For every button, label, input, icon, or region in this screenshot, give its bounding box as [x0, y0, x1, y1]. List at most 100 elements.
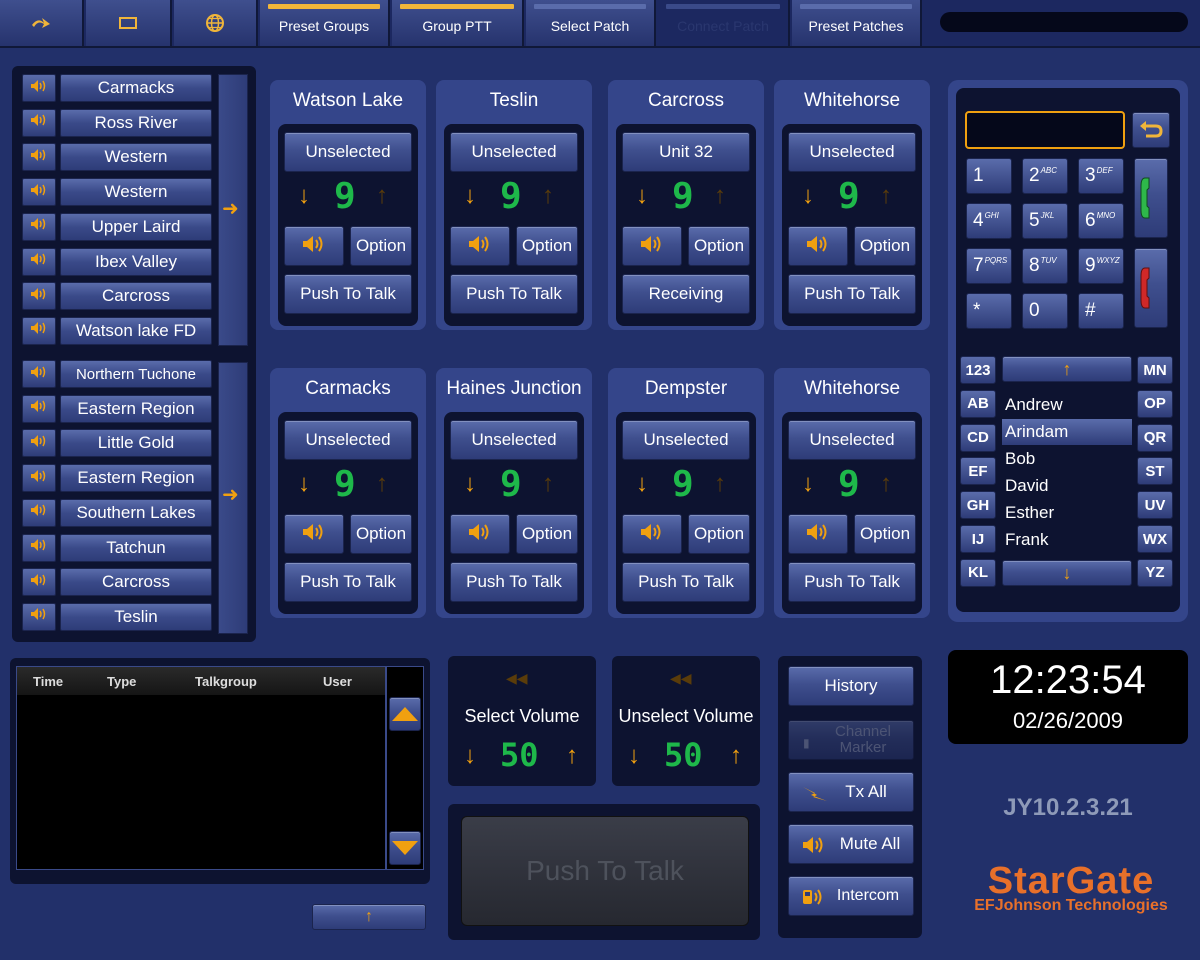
contact-item[interactable]: Andrew	[1002, 392, 1132, 418]
option-button[interactable]: Option	[516, 226, 578, 266]
dial-key[interactable]: 8 TUV	[1022, 248, 1068, 284]
speaker-toggle[interactable]	[22, 429, 56, 458]
speaker-toggle[interactable]	[22, 247, 56, 276]
channel-button[interactable]: Little Gold	[60, 429, 212, 458]
channel-button[interactable]: Western	[60, 178, 212, 207]
volume-down-icon[interactable]: ↓	[802, 182, 814, 210]
speaker-toggle[interactable]	[22, 602, 56, 631]
speaker-toggle[interactable]	[22, 394, 56, 423]
column-type[interactable]: Type	[107, 674, 136, 689]
monitor-button[interactable]	[284, 514, 344, 554]
volume-up-icon[interactable]: ↑	[880, 182, 892, 210]
speaker-toggle[interactable]	[22, 533, 56, 562]
option-button[interactable]: Option	[688, 226, 750, 266]
column-time[interactable]: Time	[33, 674, 63, 689]
speaker-toggle[interactable]	[22, 143, 56, 172]
speaker-toggle[interactable]	[22, 282, 56, 311]
speaker-toggle[interactable]	[22, 498, 56, 527]
speaker-toggle[interactable]	[22, 108, 56, 137]
option-button[interactable]: Option	[350, 514, 412, 554]
volume-down-icon[interactable]: ↓	[464, 742, 476, 770]
select-button[interactable]: Unselected	[450, 420, 578, 460]
channel-button[interactable]: Ross River	[60, 108, 212, 137]
index-button[interactable]: KL	[960, 558, 996, 587]
volume-up-icon[interactable]: ↑	[376, 182, 388, 210]
channel-button[interactable]: Upper Laird	[60, 212, 212, 241]
contacts-scroll-up[interactable]: ↑	[1002, 356, 1132, 382]
log-scroll-down[interactable]	[389, 831, 421, 865]
tx-all-button[interactable]: Tx All	[788, 772, 914, 812]
channel-button[interactable]: Carcross	[60, 282, 212, 311]
intercom-button[interactable]: Intercom	[788, 876, 914, 916]
channel-button[interactable]: Ibex Valley	[60, 247, 212, 276]
dial-key[interactable]: 5 JKL	[1022, 203, 1068, 239]
speaker-toggle[interactable]	[22, 568, 56, 597]
ptt-button[interactable]: Push To Talk	[450, 274, 578, 314]
history-button[interactable]: History	[788, 666, 914, 706]
contact-item[interactable]: Arindam	[1002, 419, 1132, 445]
window-icon[interactable]	[86, 0, 172, 46]
select-button[interactable]: Unselected	[450, 132, 578, 172]
dial-key[interactable]: 3 DEF	[1078, 158, 1124, 194]
dial-key[interactable]: *	[966, 293, 1012, 329]
log-scroll-up[interactable]	[389, 697, 421, 731]
ptt-button[interactable]: Push To Talk	[284, 562, 412, 602]
monitor-button[interactable]	[622, 226, 682, 266]
option-button[interactable]: Option	[516, 514, 578, 554]
channel-button[interactable]: Eastern Region	[60, 464, 212, 493]
speaker-toggle[interactable]	[22, 74, 56, 102]
volume-up-icon[interactable]: ↑	[542, 182, 554, 210]
monitor-button[interactable]	[788, 514, 848, 554]
speaker-toggle[interactable]	[22, 316, 56, 345]
column-user[interactable]: User	[323, 674, 352, 689]
volume-up-icon[interactable]: ↑	[376, 470, 388, 498]
index-button[interactable]: AB	[960, 389, 996, 418]
log-scrollbar[interactable]	[386, 666, 424, 870]
monitor-button[interactable]	[284, 226, 344, 266]
monitor-button[interactable]	[450, 514, 510, 554]
ptt-button[interactable]: Push To Talk	[284, 274, 412, 314]
index-button[interactable]: EF	[960, 457, 996, 486]
tab-preset-groups[interactable]: Preset Groups	[260, 0, 390, 46]
ptt-button[interactable]: Receiving	[622, 274, 750, 314]
globe-icon[interactable]	[174, 0, 258, 46]
index-button[interactable]: 123	[960, 356, 996, 384]
select-button[interactable]: Unselected	[788, 132, 916, 172]
index-button[interactable]: IJ	[960, 525, 996, 553]
volume-down-icon[interactable]: ↓	[298, 182, 310, 210]
column-talkgroup[interactable]: Talkgroup	[195, 674, 257, 689]
option-button[interactable]: Option	[688, 514, 750, 554]
contact-item[interactable]: Frank	[1002, 527, 1132, 553]
dial-key[interactable]: 0	[1022, 293, 1068, 329]
channel-button[interactable]: Teslin	[60, 602, 212, 631]
redo-arrow-icon[interactable]	[0, 0, 84, 46]
index-button[interactable]: ST	[1137, 457, 1173, 486]
index-button[interactable]: YZ	[1137, 558, 1173, 587]
ptt-button[interactable]: Push To Talk	[450, 562, 578, 602]
volume-down-icon[interactable]: ↓	[464, 470, 476, 498]
index-button[interactable]: QR	[1137, 423, 1173, 452]
monitor-button[interactable]	[450, 226, 510, 266]
select-button[interactable]: Unselected	[284, 420, 412, 460]
ptt-button[interactable]: Push To Talk	[622, 562, 750, 602]
dial-key[interactable]: 4 GHI	[966, 203, 1012, 239]
tab-group-ptt[interactable]: Group PTT	[392, 0, 524, 46]
channel-button[interactable]: Northern Tuchone	[60, 360, 212, 388]
volume-up-icon[interactable]: ↑	[730, 742, 742, 770]
tab-connect-patch[interactable]: Connect Patch	[658, 0, 790, 46]
option-button[interactable]: Option	[854, 226, 916, 266]
speaker-toggle[interactable]	[22, 464, 56, 493]
speaker-toggle[interactable]	[22, 178, 56, 207]
channel-button[interactable]: Tatchun	[60, 533, 212, 562]
log-expand-button[interactable]: ↑	[312, 904, 426, 930]
tab-select-patch[interactable]: Select Patch	[526, 0, 656, 46]
call-button[interactable]	[1134, 158, 1168, 238]
dial-key[interactable]: 2 ABC	[1022, 158, 1068, 194]
select-button[interactable]: Unit 32	[622, 132, 750, 172]
channel-marker-button[interactable]: ▮ Channel Marker	[788, 720, 914, 760]
volume-down-icon[interactable]: ↓	[628, 742, 640, 770]
channel-button[interactable]: Carmacks	[60, 74, 212, 102]
backspace-button[interactable]	[1132, 112, 1170, 148]
tab-preset-patches[interactable]: Preset Patches	[792, 0, 922, 46]
index-button[interactable]: UV	[1137, 491, 1173, 520]
